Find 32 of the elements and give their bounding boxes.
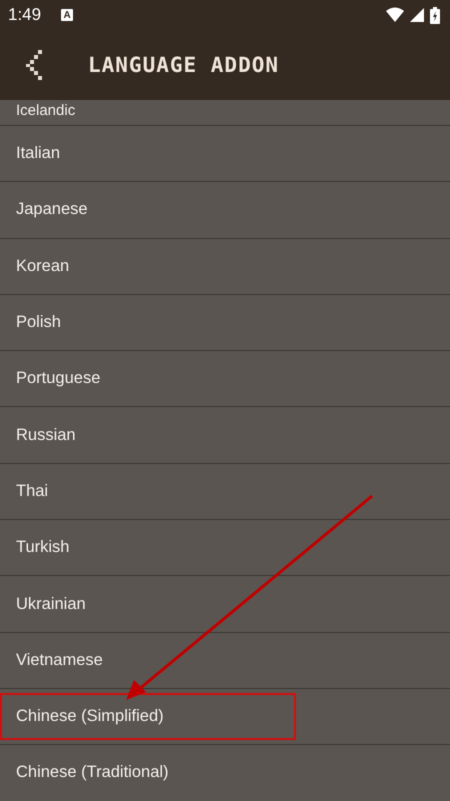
language-item[interactable]: Korean	[0, 238, 450, 295]
language-item[interactable]: Russian	[0, 407, 450, 464]
language-label: Vietnamese	[16, 650, 103, 671]
back-icon	[26, 50, 44, 80]
notification-icon: A	[61, 9, 74, 21]
language-label: Turkish	[16, 537, 70, 558]
language-label: Polish	[16, 312, 61, 334]
language-label: Korean	[16, 256, 70, 277]
language-label: Portuguese	[16, 368, 100, 390]
language-label: Chinese (Simplified)	[2, 695, 294, 738]
signal-icon	[410, 8, 424, 22]
language-label: Italian	[16, 143, 60, 164]
language-label: Japanese	[16, 199, 88, 220]
screen-title: LANGUAGE ADDON	[88, 53, 280, 77]
battery-charging-icon	[430, 6, 440, 24]
language-item[interactable]: Turkish	[0, 520, 450, 576]
language-label: Icelandic	[16, 101, 76, 119]
language-label: Ukrainian	[16, 594, 86, 615]
language-item[interactable]: Portuguese	[0, 351, 450, 408]
language-item[interactable]: Ukrainian	[0, 576, 450, 633]
language-item[interactable]: Polish	[0, 294, 450, 352]
language-label: Thai	[16, 480, 48, 502]
language-item[interactable]: Japanese	[0, 182, 450, 239]
language-item[interactable]: Italian	[0, 126, 450, 182]
language-label: Russian	[16, 424, 76, 446]
language-label: Chinese (Traditional)	[16, 762, 169, 784]
language-item[interactable]: Thai	[0, 464, 450, 520]
language-item[interactable]: Icelandic	[0, 100, 450, 126]
status-time: 1:49	[8, 5, 42, 25]
wifi-icon	[386, 7, 404, 23]
language-item[interactable]: Chinese (Simplified)	[0, 688, 450, 746]
language-item[interactable]: Chinese (Traditional)	[0, 745, 450, 801]
